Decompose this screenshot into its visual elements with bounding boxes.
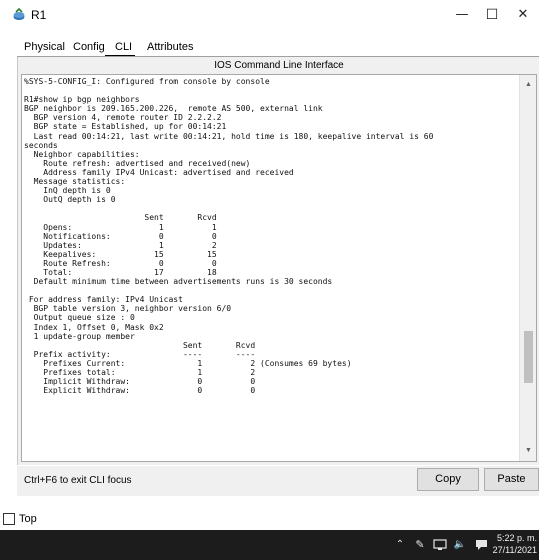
scroll-thumb[interactable] [524, 331, 533, 384]
windows-taskbar: ⌃ ✎ 🔈 5:22 p. m. 27/11/2021 [0, 530, 539, 560]
terminal-line: BGP neighbor is 209.165.200.226, remote … [24, 104, 323, 114]
maximize-button[interactable]: ☐ [477, 3, 507, 27]
router-icon [13, 8, 25, 20]
scroll-up-icon[interactable]: ▲ [520, 79, 536, 91]
paste-button[interactable]: Paste [484, 468, 539, 491]
terminal-line: Sent Rcvd [24, 213, 217, 223]
terminal-output[interactable]: %SYS-5-CONFIG_I: Configured from console… [24, 77, 517, 461]
clock-time: 5:22 p. m. [496, 533, 537, 543]
tab-config[interactable]: Config [73, 38, 105, 56]
terminal-line: BGP table version 3, neighbor version 6/… [24, 304, 232, 314]
terminal-line: Last read 00:14:21, last write 00:14:21,… [24, 131, 434, 141]
copy-button[interactable]: Copy [417, 468, 479, 491]
cli-terminal[interactable]: %SYS-5-CONFIG_I: Configured from console… [21, 74, 537, 462]
panel-title: IOS Command Line Interface [214, 60, 344, 71]
terminal-line: Implicit Withdraw: 0 0 [24, 377, 256, 387]
tab-physical[interactable]: Physical [24, 38, 65, 56]
terminal-line: Keepalives: 15 15 [24, 249, 217, 259]
terminal-line: %SYS-5-CONFIG_I: Configured from console… [24, 77, 270, 86]
volume-icon[interactable]: 🔈 [452, 530, 468, 560]
terminal-line: Opens: 1 1 [24, 222, 217, 232]
terminal-line: Sent Rcvd [24, 340, 256, 350]
terminal-line: Address family IPv4 Unicast: advertised … [24, 167, 294, 177]
vertical-scrollbar[interactable]: ▲ ▼ [519, 75, 536, 461]
terminal-line: Output queue size : 0 [24, 313, 135, 323]
terminal-line: Neighbor capabilities: [24, 149, 140, 159]
terminal-line: seconds [24, 140, 58, 150]
terminal-line: Notifications: 0 0 [24, 231, 217, 241]
chevron-up-icon[interactable]: ⌃ [393, 530, 407, 560]
terminal-line: 1 update-group member [24, 331, 135, 341]
terminal-line: Index 1, Offset 0, Mask 0x2 [24, 322, 164, 332]
terminal-line: Prefix activity: ---- ---- [24, 349, 256, 359]
cli-focus-hint: Ctrl+F6 to exit CLI focus [24, 475, 132, 486]
terminal-line: Total: 17 18 [24, 267, 217, 277]
cli-footer: Ctrl+F6 to exit CLI focus Copy Paste [17, 466, 539, 496]
terminal-line: Explicit Withdraw: 0 0 [24, 386, 256, 396]
terminal-line: Default minimum time between advertiseme… [24, 277, 333, 287]
close-button[interactable]: ✕ [508, 3, 538, 27]
terminal-line: BGP version 4, remote router ID 2.2.2.2 [24, 113, 222, 123]
pen-icon[interactable]: ✎ [412, 530, 428, 560]
terminal-line: R1#show ip bgp neighbors [24, 95, 140, 105]
top-checkbox-label: Top [19, 513, 37, 525]
clock-date: 27/11/2021 [492, 545, 537, 555]
terminal-line: OutQ depth is 0 [24, 195, 116, 205]
terminal-line: Updates: 1 2 [24, 240, 217, 250]
terminal-line: BGP state = Established, up for 00:14:21 [24, 122, 227, 132]
terminal-line: Message statistics: [24, 177, 126, 187]
network-icon[interactable] [432, 530, 448, 560]
minimize-button[interactable]: — [447, 3, 477, 27]
tab-cli[interactable]: CLI [115, 38, 132, 56]
window-title: R1 [31, 8, 47, 22]
top-checkbox[interactable] [3, 513, 15, 525]
taskbar-clock[interactable]: 5:22 p. m. 27/11/2021 [490, 532, 539, 556]
title-bar: R1 — ☐ ✕ [0, 0, 539, 30]
notification-icon[interactable] [473, 530, 489, 560]
terminal-line: InQ depth is 0 [24, 186, 111, 196]
tab-attributes[interactable]: Attributes [147, 38, 193, 56]
terminal-line: Prefixes total: 1 2 [24, 368, 256, 377]
terminal-line: Route Refresh: 0 0 [24, 258, 217, 268]
terminal-line: Prefixes Current: 1 2 (Consumes 69 bytes… [24, 358, 352, 368]
scroll-down-icon[interactable]: ▼ [520, 445, 536, 457]
terminal-line: For address family: IPv4 Unicast [24, 295, 183, 305]
terminal-line: Route refresh: advertised and received(n… [24, 158, 251, 168]
